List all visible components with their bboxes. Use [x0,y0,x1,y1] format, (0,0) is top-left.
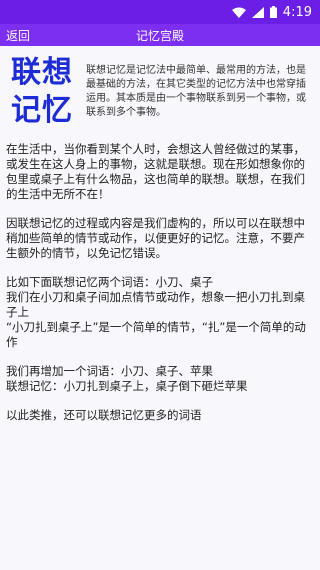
paragraph-5: 以此类推，还可以联想记忆更多的词语 [6,408,202,422]
page-title: 记忆宫殿 [135,28,184,43]
intro-text: 联想记忆是记忆法中最简单、最常用的方法，也是最基础的方法，在其它类型的记忆方法中… [86,65,306,118]
heading-line-2: 记忆 [11,93,73,128]
paragraph-2: 因联想记忆的过程或内容是我们虚构的，所以可以在联想中稍加些简单的情节或动作，以便… [6,216,305,260]
paragraph-3: 比如下面联想记忆两个词语：小刀、桌子 我们在小刀和桌子间加点情节或动作，想象一把… [6,275,306,349]
section-heading: 联想 记忆 [6,54,78,130]
back-button[interactable]: 返回 [6,27,30,44]
status-bar: 4:19 [0,0,320,24]
app-bar: 返回 记忆宫殿 [0,24,320,46]
content-area: 联想 记忆 联想记忆是记忆法中最简单、最常用的方法，也是最基础的方法，在其它类型… [0,46,320,423]
paragraph-1: 在生活中，当你看到某个人时，会想这人曾经做过的某事，或发生在这人身上的事物，这就… [6,142,305,201]
intro-section: 联想 记忆 联想记忆是记忆法中最简单、最常用的方法，也是最基础的方法，在其它类型… [6,54,314,130]
battery-icon [269,6,277,18]
paragraph-4: 我们再增加一个词语：小刀、桌子、苹果 联想记忆：小刀扎到桌子上，桌子倒下砸烂苹果 [6,364,248,393]
heading-line-1: 联想 [11,55,73,90]
signal-icon [251,6,264,18]
wifi-icon [231,7,246,18]
status-time: 4:19 [282,4,312,20]
